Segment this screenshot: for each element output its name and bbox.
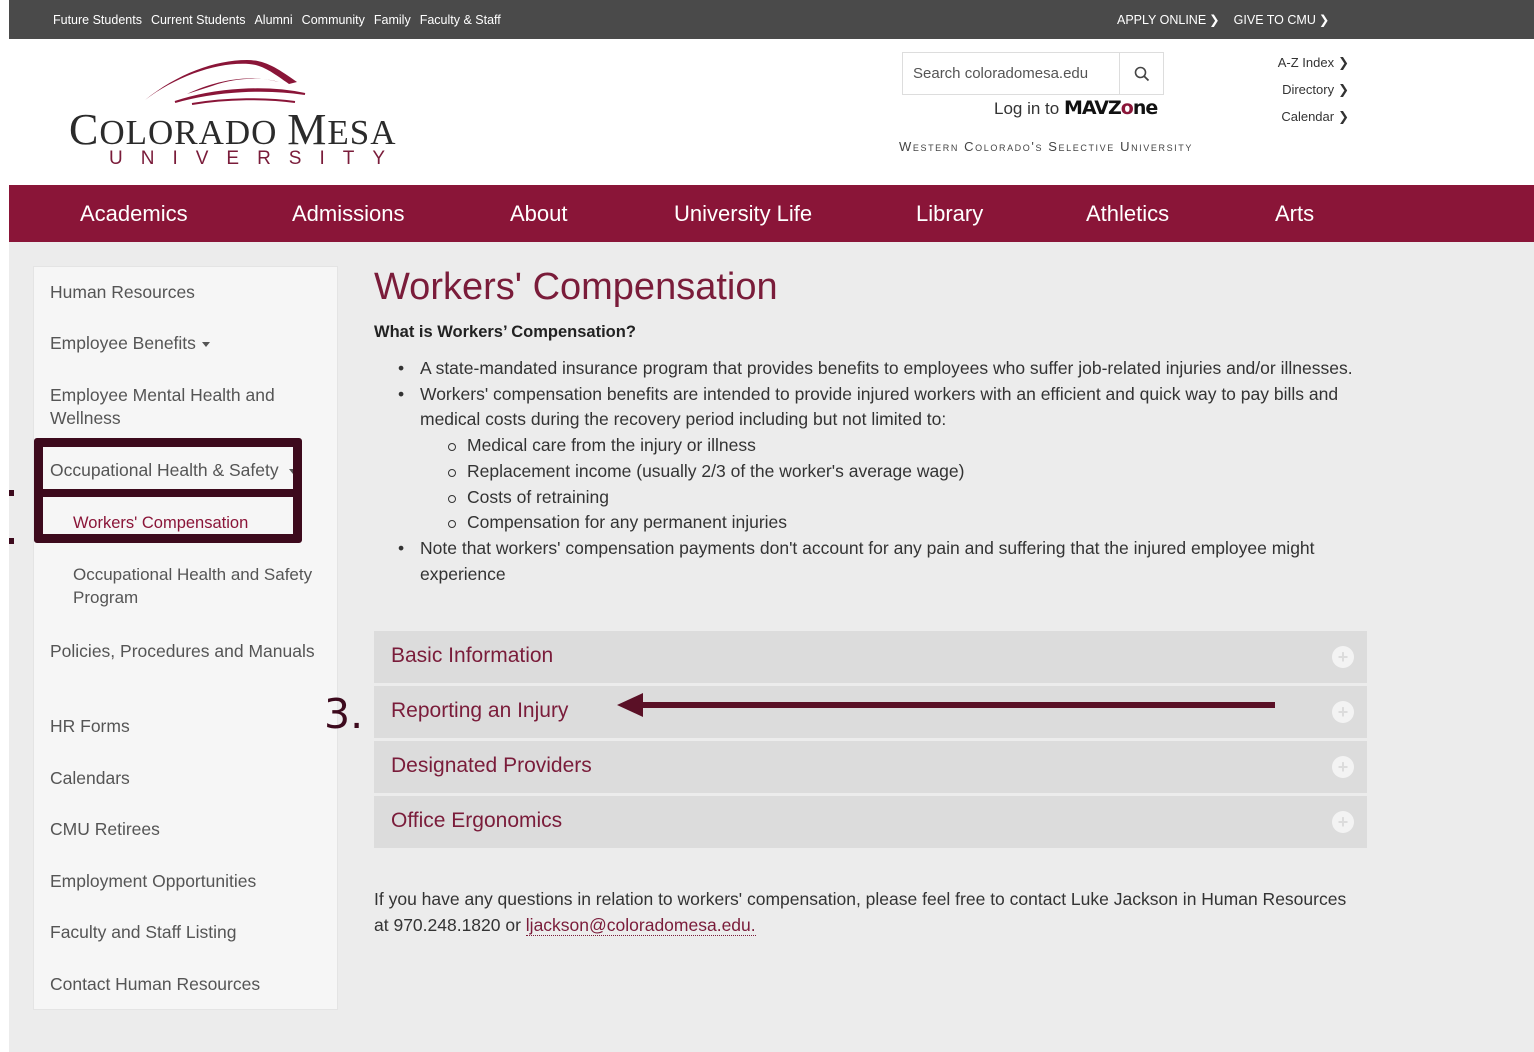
directory-label: Directory — [1282, 82, 1335, 97]
login-prefix: Log in to — [994, 99, 1064, 118]
info-list: A state-mandated insurance program that … — [374, 356, 1374, 587]
sidebar-item-mental-health[interactable]: Employee Mental Health and Wellness — [50, 384, 335, 430]
logo-olorado: OLORADO — [99, 113, 288, 152]
accordion-reporting-an-injury[interactable]: Reporting an Injury + — [374, 686, 1367, 738]
chevron-right-icon: ❯ — [1338, 109, 1349, 124]
sub-list-item: Replacement income (usually 2/3 of the w… — [374, 459, 1374, 485]
az-index-label: A-Z Index — [1277, 55, 1335, 70]
accordion-label: Office Ergonomics — [391, 809, 563, 832]
annotation-divider — [43, 489, 293, 497]
accordion-label: Reporting an Injury — [391, 699, 569, 722]
site-header: COLORADO MESA UNIVERSITY Log in to MAVZo… — [9, 39, 1534, 185]
accordion-basic-information[interactable]: Basic Information + — [374, 631, 1367, 683]
nav-athletics[interactable]: Athletics — [1086, 201, 1169, 227]
caret-down-icon — [201, 341, 210, 347]
apply-online-label: APPLY ONLINE — [1117, 13, 1207, 27]
annotation-marker-1 — [9, 490, 14, 496]
link-family[interactable]: Family — [374, 13, 411, 27]
accordion-office-ergonomics[interactable]: Office Ergonomics + — [374, 796, 1367, 848]
sidebar-item-employment[interactable]: Employment Opportunities — [50, 870, 335, 893]
nav-academics[interactable]: Academics — [80, 201, 188, 227]
nav-arts[interactable]: Arts — [1275, 201, 1314, 227]
annotation-marker-2 — [9, 538, 14, 544]
university-logo[interactable]: COLORADO MESA UNIVERSITY — [67, 60, 427, 169]
list-item: A state-mandated insurance program that … — [374, 356, 1374, 382]
chevron-right-icon: ❯ — [1338, 55, 1349, 70]
tagline: Western Colorado's Selective University — [899, 139, 1193, 154]
contact-text: If you have any questions in relation to… — [374, 889, 1347, 935]
nav-about[interactable]: About — [510, 201, 568, 227]
plus-circle-icon: + — [1332, 701, 1354, 723]
link-faculty-staff[interactable]: Faculty & Staff — [420, 13, 501, 27]
sidebar-nav: Human Resources Employee Benefits Employ… — [33, 266, 338, 1010]
section-heading: What is Workers’ Compensation? — [374, 323, 636, 341]
page: Future Students Current Students Alumni … — [9, 0, 1534, 1052]
sidebar-item-hr-forms[interactable]: HR Forms — [50, 715, 335, 738]
link-current-students[interactable]: Current Students — [151, 13, 246, 27]
sidebar-item-ohs-program[interactable]: Occupational Health and Safety Program — [73, 563, 333, 609]
contact-paragraph: If you have any questions in relation to… — [374, 887, 1364, 938]
az-index-link[interactable]: A-Z Index ❯ — [1249, 53, 1349, 80]
accordion-designated-providers[interactable]: Designated Providers + — [374, 741, 1367, 793]
accordion-label: Designated Providers — [391, 754, 592, 777]
logo-letter-c: C — [69, 105, 100, 154]
sidebar-item-calendars[interactable]: Calendars — [50, 767, 335, 790]
search-box — [902, 52, 1164, 95]
logo-letter-m: M — [287, 105, 328, 154]
chevron-right-icon: ❯ — [1318, 13, 1330, 27]
sidebar-item-human-resources[interactable]: Human Resources — [50, 281, 335, 304]
give-to-cmu-link[interactable]: GIVE TO CMU ❯ — [1234, 12, 1330, 27]
plus-circle-icon: + — [1332, 646, 1354, 668]
annotation-arrow-head-icon — [617, 693, 643, 717]
mavzone-login-link[interactable]: Log in to MAVZone — [994, 97, 1158, 119]
nav-admissions[interactable]: Admissions — [292, 201, 404, 227]
link-community[interactable]: Community — [302, 13, 365, 27]
sub-list-item: Medical care from the injury or illness — [374, 433, 1374, 459]
mavzone-logo: MAVZone — [1063, 97, 1158, 119]
apply-online-link[interactable]: APPLY ONLINE ❯ — [1117, 12, 1220, 27]
utility-bar: Future Students Current Students Alumni … — [9, 0, 1534, 39]
nav-university-life[interactable]: University Life — [674, 201, 812, 227]
main-nav: Academics Admissions About University Li… — [9, 185, 1534, 242]
list-item-text: Workers' compensation benefits are inten… — [420, 383, 1339, 430]
sub-list-item: Compensation for any permanent injuries — [374, 510, 1374, 536]
sidebar-item-employee-benefits[interactable]: Employee Benefits — [50, 332, 335, 355]
nav-library[interactable]: Library — [916, 201, 983, 227]
quick-links: A-Z Index ❯ Directory ❯ Calendar ❯ — [1249, 53, 1349, 134]
search-icon — [1134, 66, 1149, 81]
plus-circle-icon: + — [1332, 811, 1354, 833]
give-to-cmu-label: GIVE TO CMU — [1233, 13, 1316, 27]
plus-circle-icon: + — [1332, 756, 1354, 778]
audience-links: Future Students Current Students Alumni … — [53, 13, 501, 27]
mavzone-brand-a: MAVZ — [1063, 97, 1122, 119]
annotation-arrow-line — [637, 702, 1275, 708]
sidebar-item-contact-hr[interactable]: Contact Human Resources — [50, 973, 335, 996]
accordion-label: Basic Information — [391, 644, 554, 667]
calendar-label: Calendar — [1281, 109, 1335, 124]
chevron-right-icon: ❯ — [1338, 82, 1349, 97]
search-button[interactable] — [1119, 53, 1163, 94]
search-input[interactable] — [903, 53, 1119, 94]
contact-email-link[interactable]: ljackson@coloradomesa.edu. — [525, 914, 756, 936]
list-item: Note that workers' compensation payments… — [374, 536, 1374, 587]
sidebar-item-cmu-retirees[interactable]: CMU Retirees — [50, 818, 335, 841]
chevron-right-icon: ❯ — [1209, 13, 1220, 27]
link-alumni[interactable]: Alumni — [254, 13, 292, 27]
logo-esa: ESA — [327, 113, 397, 152]
directory-link[interactable]: Directory ❯ — [1249, 80, 1349, 107]
mesa-mountain-logo-icon — [145, 60, 306, 105]
mavzone-brand-o: o — [1120, 97, 1134, 119]
list-item: Workers' compensation benefits are inten… — [374, 382, 1374, 536]
action-links: APPLY ONLINE ❯ GIVE TO CMU ❯ — [1117, 12, 1329, 27]
sidebar-item-policies[interactable]: Policies, Procedures and Manuals — [50, 640, 335, 663]
sidebar-item-label: Employee Benefits — [50, 333, 196, 353]
page-title: Workers' Compensation — [374, 266, 778, 308]
calendar-link[interactable]: Calendar ❯ — [1249, 107, 1349, 134]
sidebar-item-faculty-staff-listing[interactable]: Faculty and Staff Listing — [50, 921, 335, 944]
logo-university: UNIVERSITY — [109, 148, 404, 169]
annotation-step-3: 3. — [324, 690, 364, 738]
sub-list-item: Costs of retraining — [374, 485, 1374, 511]
link-future-students[interactable]: Future Students — [53, 13, 142, 27]
mavzone-brand-b: ne — [1132, 97, 1158, 119]
